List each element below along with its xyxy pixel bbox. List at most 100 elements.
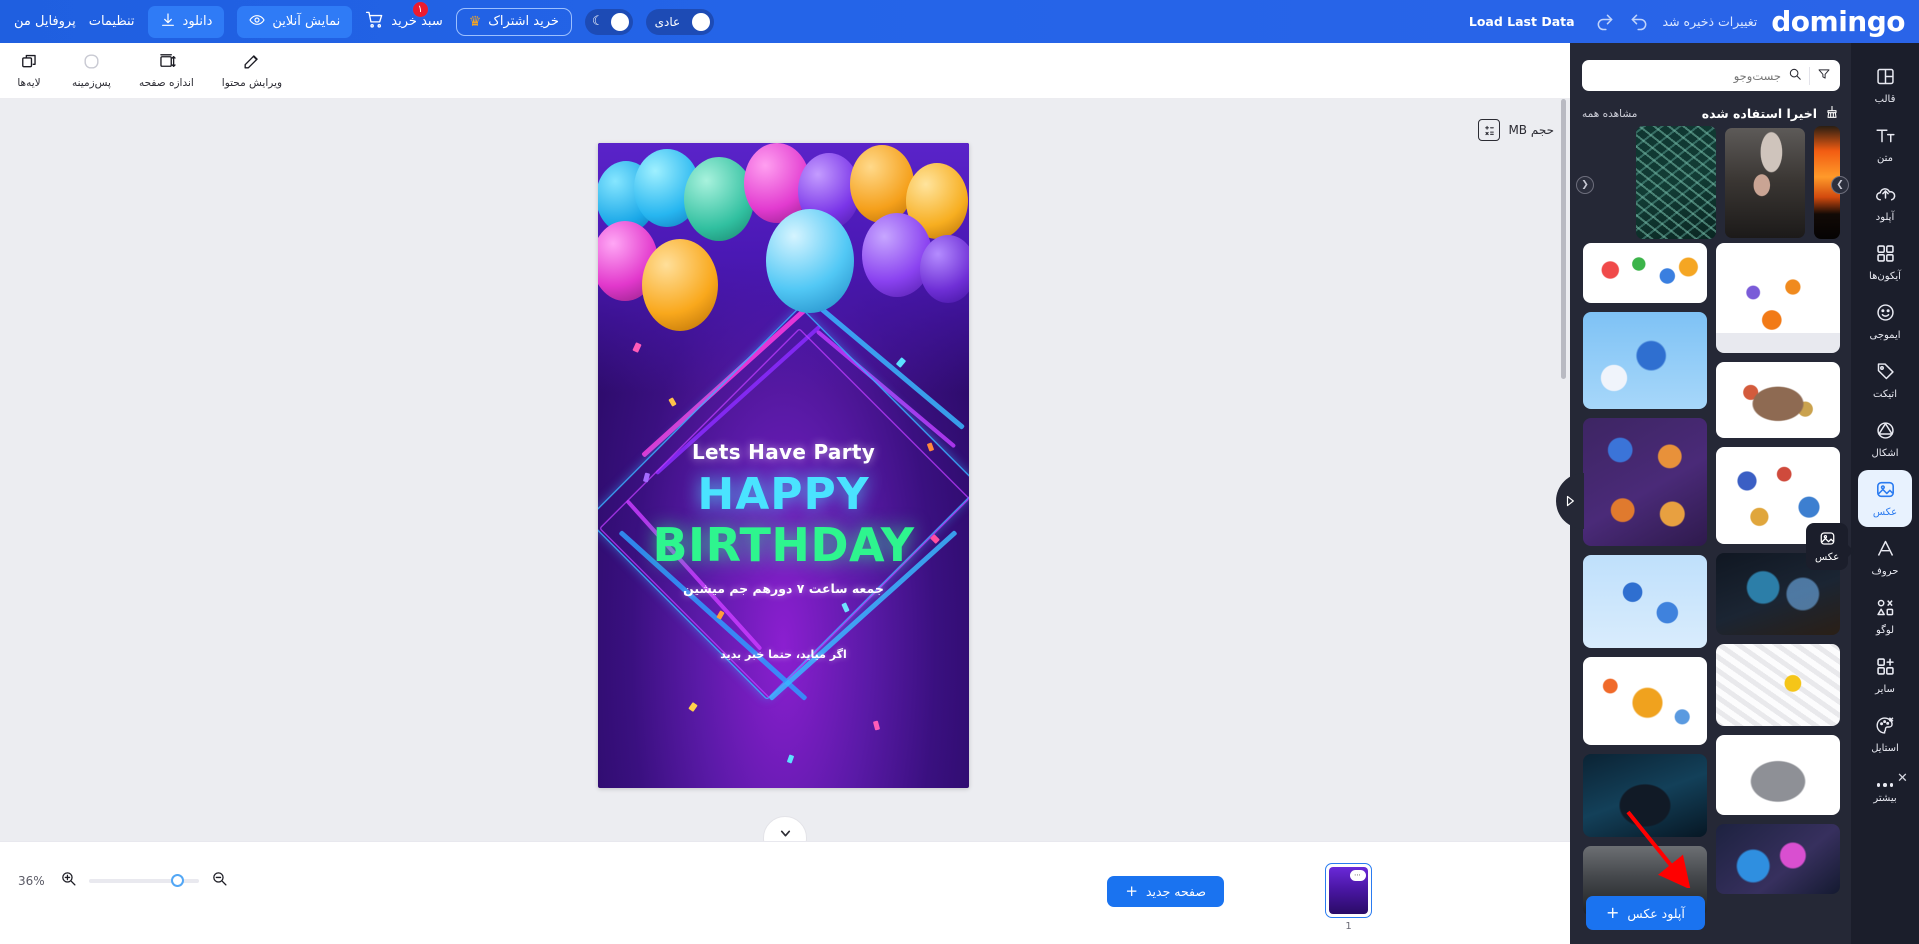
zoom-in-icon[interactable] [60,870,77,891]
preview-online-button[interactable]: نمایش آنلاین [237,5,353,38]
confetti [668,397,677,407]
subscribe-button[interactable]: خرید اشتراک ♛ [455,7,572,36]
rail-item-label: اشکال [1871,448,1899,459]
background-circle-icon [82,52,101,74]
scroll-down-button[interactable] [763,816,807,841]
close-icon[interactable]: ✕ [1897,772,1908,785]
rail-item-template[interactable]: قالب [1858,57,1912,114]
theme-toggle[interactable]: ☾ [584,8,633,35]
rail-item-text[interactable]: متن [1858,116,1912,173]
rail-item-label: ایموجی [1869,330,1901,341]
poster-note[interactable]: اگر میاید، حتما خبر بدید [598,648,969,661]
recent-prev-button[interactable]: ❮ [1576,176,1594,194]
thumb-warehouse-containers[interactable] [1716,243,1840,353]
rail-item-other[interactable]: سایر [1858,647,1912,704]
profile-link[interactable]: پروفایل من [14,14,76,29]
zoom-slider[interactable] [89,873,199,887]
page-menu-icon[interactable]: ⋯ [1350,870,1366,881]
theme-toggle-knob [610,12,629,31]
canvas-scrollbar-thumb[interactable] [1561,99,1566,379]
rail-item-emoji[interactable]: ایموجی [1858,293,1912,350]
poster-canvas[interactable]: Lets Have Party HAPPY BIRTHDAY جمعه ساعت… [598,143,969,788]
page-thumbnail[interactable]: ⋯ [1325,863,1372,918]
undo-icon[interactable] [1629,12,1649,32]
poster-headline-happy[interactable]: HAPPY [598,469,969,520]
chevron-right-icon: ❯ [1836,180,1844,190]
view-all-link[interactable]: مشاهده همه [1582,108,1637,120]
load-last-data-button[interactable]: Load Last Data [1463,11,1581,32]
rail-item-shapes[interactable]: اشکال [1858,411,1912,468]
recent-item-mother-baby[interactable] [1725,127,1805,238]
thumb-purple-logistics-diagram[interactable] [1583,418,1707,546]
logo-shapes-icon [1875,597,1896,621]
resize-icon [157,52,176,74]
page-thumbnail-wrap[interactable]: ⋯ 1 [1325,863,1372,932]
top-bar: domingo تغییرات ذخیره شد Load Last Data … [0,0,1919,43]
filter-icon[interactable] [1817,66,1831,85]
upload-image-button[interactable]: آپلود عکس + [1586,896,1705,930]
tool-page-size[interactable]: اندازه صفحه [125,49,208,92]
topbar-left-group: domingo تغییرات ذخیره شد Load Last Data [1463,7,1906,36]
app-logo[interactable]: domingo [1771,7,1905,36]
balloon [766,209,854,313]
redo-icon[interactable] [1595,12,1615,32]
poster-subtitle[interactable]: جمعه ساعت ۷ دورهم جم میشین [598,581,969,596]
canvas-scrollbar[interactable] [1561,99,1566,841]
confetti [872,720,881,731]
search-input[interactable] [1591,68,1788,83]
thumb-questions-typography[interactable] [1583,243,1707,303]
rail-item-upload[interactable]: آپلود [1858,175,1912,232]
rail-item-style[interactable]: استایل [1858,706,1912,763]
recent-item-pine[interactable] [1636,126,1716,239]
panel-search-bar[interactable] [1582,60,1840,91]
download-label: دانلود [182,14,213,29]
eye-icon [249,12,266,32]
mode-toggle[interactable]: عادی [645,8,715,35]
poster-headline-small[interactable]: Lets Have Party [598,440,969,464]
rail-item-label: عکس [1872,507,1898,518]
editor-toolbar: ویرایش محتوا اندازه صفحه پس‌زمینه [0,43,1570,99]
plus-icon: + [1606,903,1620,922]
grid-icon [1875,243,1896,267]
cart-badge: ۱ [411,1,429,18]
chevron-left-icon: ❮ [1581,180,1589,190]
thumb-abstract-tech-card[interactable] [1716,824,1840,894]
thumb-isometric-logistics-hub[interactable] [1583,312,1707,409]
rail-item-logo[interactable]: لوگو [1858,588,1912,645]
mode-toggle-knob [692,12,711,31]
new-page-button[interactable]: صفحه جدید + [1107,876,1224,907]
thumbnail-grid [1582,243,1840,943]
rail-item-label: متن [1877,153,1893,164]
topbar-right-group: عادی ☾ خرید اشتراک ♛ سبد خرید ۱ نمایش آن… [14,1,715,38]
thumb-village-road[interactable] [1716,362,1840,438]
tool-background[interactable]: پس‌زمینه [58,49,125,92]
zoom-percent: 36% [18,873,45,888]
cart-button[interactable]: سبد خرید ۱ [365,1,443,33]
canvas-size-chip[interactable]: حجم MB [1478,119,1554,141]
rail-item-letters[interactable]: حروف [1858,529,1912,586]
thumb-cargo-world-map[interactable] [1583,657,1707,745]
poster-headline-birthday[interactable]: BIRTHDAY [598,518,969,572]
tool-layers[interactable]: لایه‌ها [0,49,58,92]
crown-icon: ♛ [468,13,482,30]
zoom-out-icon[interactable] [211,870,228,891]
settings-link[interactable]: تنظیمات [89,14,135,29]
thumb-blue-supply-chain-map[interactable] [1583,555,1707,648]
rail-item-icons[interactable]: آیکون‌ها [1858,234,1912,291]
broom-icon [1824,104,1840,123]
canvas-area[interactable]: حجم MB Lets Have Party HAPPY BIRTHDAY جم… [0,99,1570,841]
recent-next-button[interactable]: ❯ [1831,176,1849,194]
recent-section-label: اخیرا استفاده شده [1701,106,1817,121]
thumb-white-question-marks[interactable] [1716,644,1840,726]
search-icon [1788,66,1802,85]
preview-online-label: نمایش آنلاین [272,14,341,29]
zoom-slider-knob[interactable] [171,873,184,887]
tool-edit-content[interactable]: ویرایش محتوا [208,49,296,92]
tag-icon [1875,361,1896,385]
rail-item-tag[interactable]: اتیکت [1858,352,1912,409]
rail-item-image[interactable]: عکس [1858,470,1912,527]
download-button[interactable]: دانلود [147,5,225,38]
new-page-label: صفحه جدید [1145,884,1206,899]
thumb-crashed-car[interactable] [1716,735,1840,815]
rail-item-label: بیشتر [1873,792,1897,804]
